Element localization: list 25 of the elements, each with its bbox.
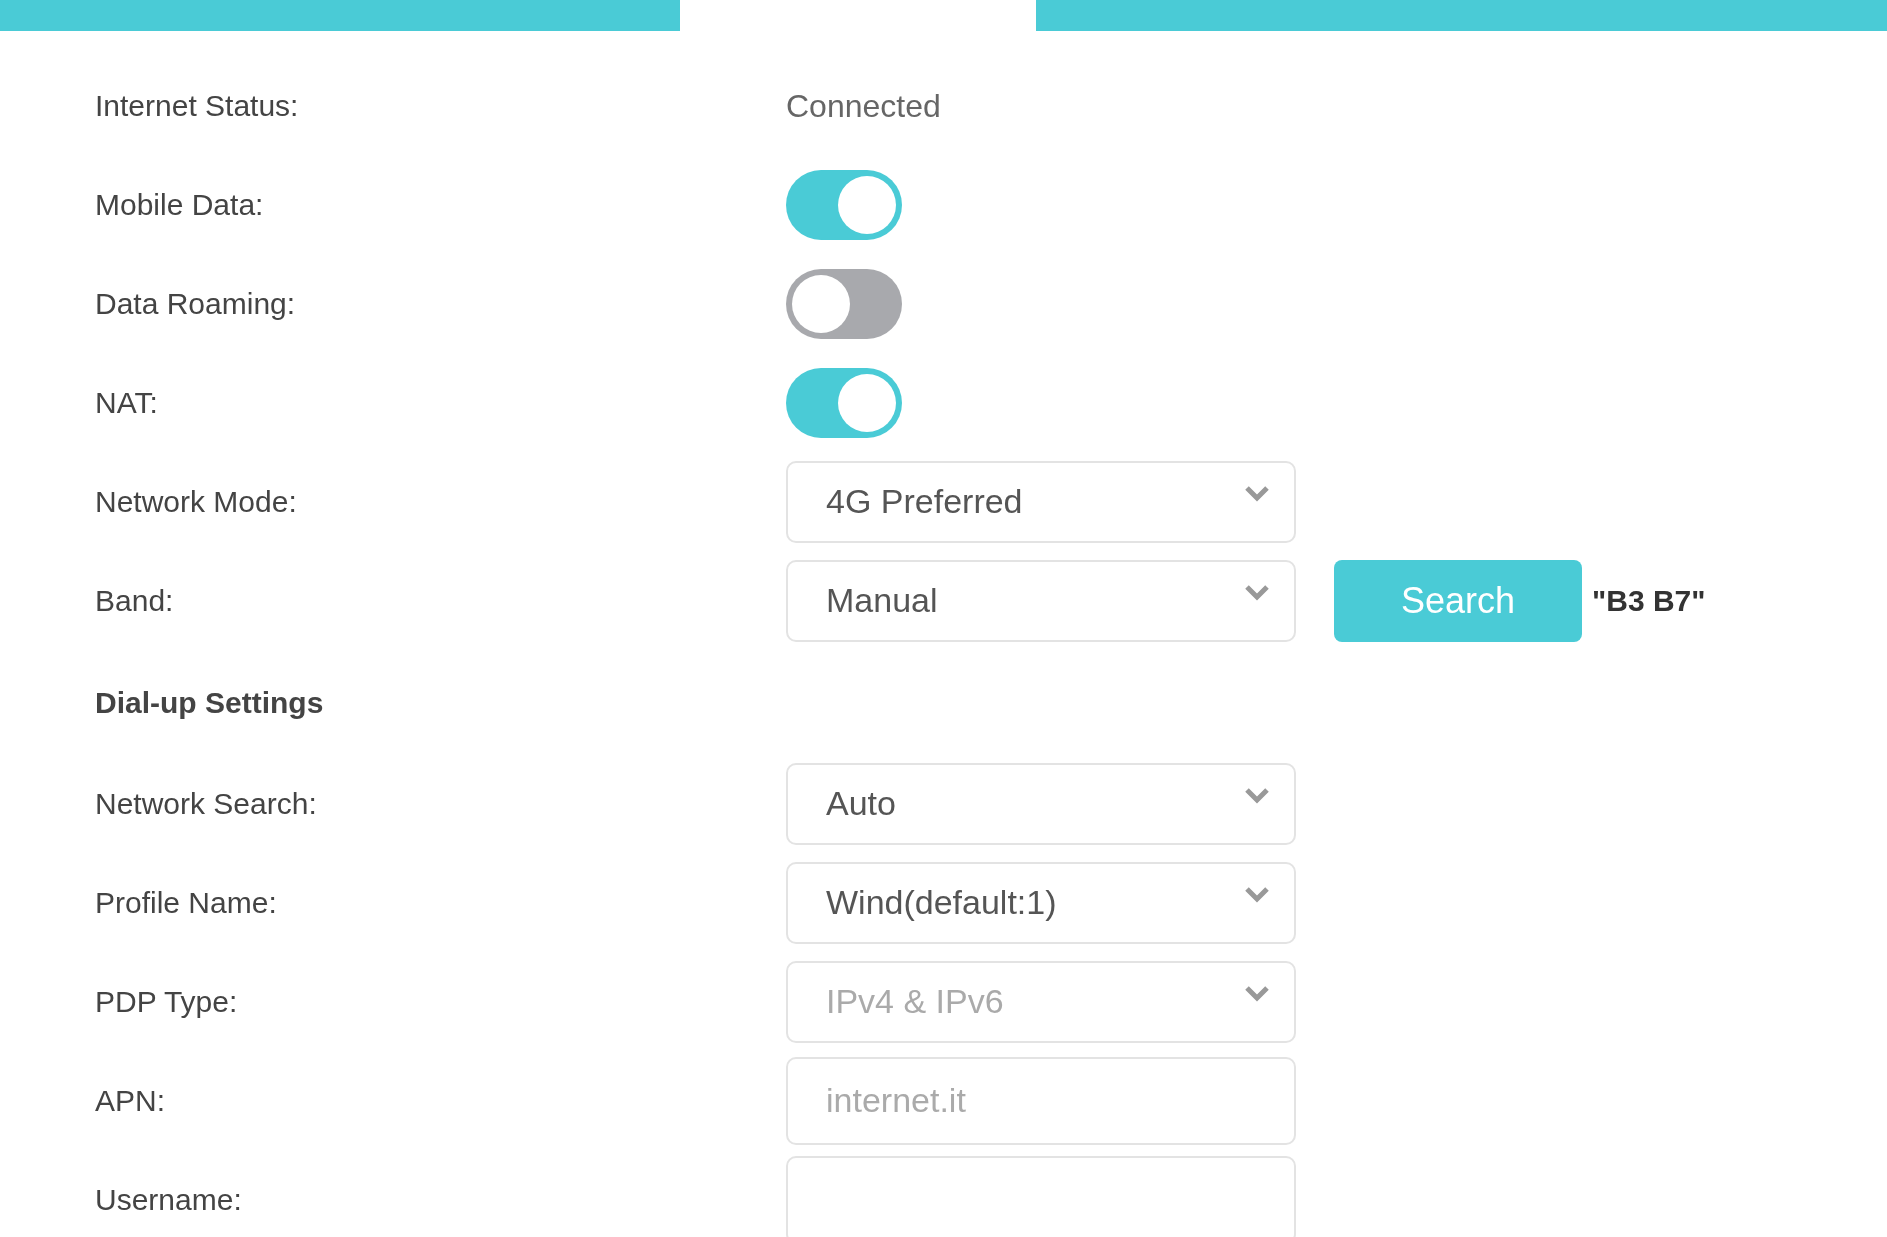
field-label: Data Roaming: <box>95 286 297 322</box>
field-label: APN: <box>95 1083 167 1119</box>
field-label: Network Mode: <box>95 484 298 520</box>
chevron-down-icon <box>1244 885 1270 904</box>
input-field[interactable] <box>786 1155 1296 1237</box>
dropdown[interactable]: 4G Preferred <box>786 460 1296 543</box>
chevron-down-icon <box>1244 786 1270 805</box>
field-label: Network Search: <box>95 786 318 822</box>
chevron-down-icon <box>1244 583 1270 602</box>
section-heading: Dial-up Settings <box>95 684 325 721</box>
field-label: PDP Type: <box>95 984 239 1020</box>
field-label: Band: <box>95 583 175 619</box>
status-value: Connected <box>786 86 941 126</box>
field-label: Profile Name: <box>95 885 278 921</box>
band-value: "B3 B7" <box>1592 583 1706 619</box>
dropdown[interactable]: Wind(default:1) <box>786 861 1296 944</box>
dropdown[interactable]: Manual <box>786 559 1296 642</box>
field-label: Username: <box>95 1182 243 1218</box>
chevron-down-icon <box>1244 484 1270 503</box>
input-field[interactable]: internet.it <box>786 1056 1296 1145</box>
field-label: Mobile Data: <box>95 187 265 223</box>
field-label: NAT: <box>95 385 159 421</box>
chevron-down-icon <box>1244 984 1270 1003</box>
dropdown[interactable]: Auto <box>786 762 1296 845</box>
field-label: Internet Status: <box>95 88 300 124</box>
